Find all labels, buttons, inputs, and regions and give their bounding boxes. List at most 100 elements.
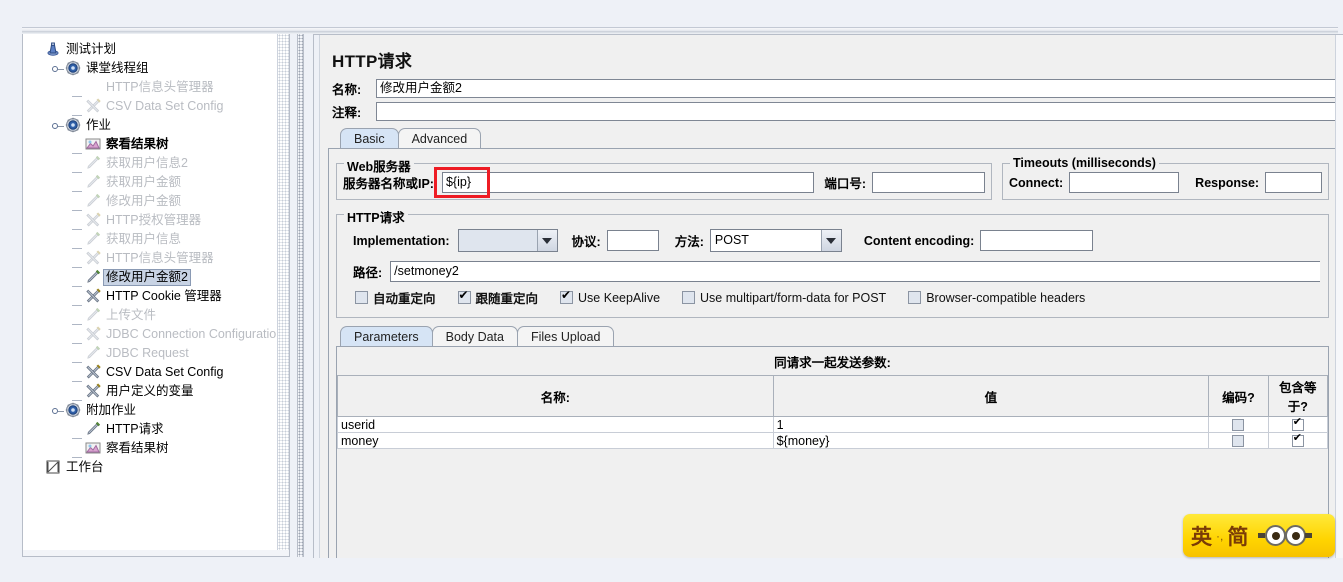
tree-vertical-scrollbar[interactable] [277, 34, 289, 555]
param-name-cell[interactable]: userid [337, 416, 774, 433]
checkbox-label: Use KeepAlive [578, 290, 661, 305]
tab-files-upload[interactable]: Files Upload [516, 326, 615, 347]
param-value-cell[interactable]: ${money} [772, 432, 1210, 449]
ime-logo-icon[interactable] [1258, 525, 1313, 546]
table-row[interactable]: money ${money} [337, 432, 1329, 449]
implementation-select[interactable] [457, 229, 558, 252]
tree-item[interactable]: JDBC Connection Configuration [23, 325, 289, 344]
path-input[interactable]: /setmoney2 [390, 261, 1320, 282]
panel-splitter[interactable] [291, 34, 310, 557]
server-name-input[interactable]: ${ip} [441, 172, 815, 193]
checkbox-unchecked-icon[interactable] [1232, 419, 1245, 432]
table-column-header[interactable]: 名称: [337, 375, 774, 417]
implementation-value [458, 230, 537, 251]
checkbox-unchecked-icon[interactable] [682, 291, 696, 304]
chevron-down-icon[interactable] [820, 230, 841, 251]
config-icon [85, 288, 103, 305]
tree-item[interactable]: 获取用户金额 [23, 173, 289, 192]
tree-item[interactable]: 修改用户金额2 [23, 268, 289, 287]
param-name-cell[interactable]: money [337, 432, 774, 449]
ime-mode-label[interactable]: 英 [1191, 521, 1212, 551]
tree-item[interactable]: 作业 [23, 116, 289, 135]
ime-script-label[interactable]: 简 [1227, 521, 1248, 551]
tab-parameters[interactable]: Parameters [340, 326, 433, 347]
method-select[interactable]: POST [709, 229, 842, 252]
top-horizontal-scrollbar[interactable] [22, 27, 1338, 34]
sampler-icon [85, 307, 103, 324]
tree-item[interactable]: 附加作业 [23, 401, 289, 420]
main-tab-strip[interactable]: Basic Advanced [340, 128, 1343, 149]
http-request-group-title: HTTP请求 [344, 207, 408, 226]
table-column-header[interactable]: 包含等于? [1267, 375, 1329, 417]
tree-item[interactable]: 工作台 [23, 458, 289, 477]
tree-item[interactable]: 察看结果树 [23, 135, 289, 154]
tree-expand-toggle[interactable] [51, 60, 65, 77]
tree-item[interactable]: HTTP信息头管理器 [23, 249, 289, 268]
tree-item[interactable]: CSV Data Set Config [23, 97, 289, 116]
checkbox-option[interactable]: 自动重定向 [355, 288, 436, 307]
param-include-equals-cell[interactable] [1267, 416, 1329, 433]
tab-body-data[interactable]: Body Data [431, 326, 518, 347]
checkbox-option[interactable]: 跟随重定向 [457, 288, 538, 307]
content-vertical-scrollbar[interactable] [1335, 35, 1343, 558]
param-encode-cell[interactable] [1208, 432, 1269, 449]
comment-input[interactable] [376, 102, 1343, 121]
content-encoding-input[interactable] [980, 230, 1094, 251]
tree-item[interactable]: HTTP授权管理器 [23, 211, 289, 230]
tree-item[interactable]: HTTP Cookie 管理器 [23, 287, 289, 306]
tree-collapse-toggle[interactable] [51, 117, 65, 134]
tree-item[interactable]: 用户定义的变量 [23, 382, 289, 401]
checkbox-option[interactable]: Use multipart/form-data for POST [682, 291, 886, 305]
connect-timeout-input[interactable] [1069, 172, 1180, 193]
checkbox-label: Use multipart/form-data for POST [700, 290, 887, 305]
parameter-tab-strip[interactable]: Parameters Body Data Files Upload [340, 326, 1331, 347]
tree-item-label: 获取用户信息2 [106, 156, 188, 170]
checkbox-checked-icon[interactable] [1291, 432, 1304, 448]
table-column-header[interactable]: 值 [772, 375, 1210, 417]
config-icon [85, 250, 103, 267]
protocol-input[interactable] [606, 230, 659, 251]
splitter-grip[interactable] [297, 34, 304, 557]
tree-collapse-toggle[interactable] [51, 402, 65, 419]
tree-item-label: 获取用户信息 [106, 232, 182, 246]
tree-item[interactable]: 获取用户信息 [23, 230, 289, 249]
checkbox-option[interactable]: Browser-compatible headers [908, 291, 1085, 305]
checkbox-checked-icon[interactable] [1291, 416, 1304, 432]
server-name-label: 服务器名称或IP: [343, 177, 434, 191]
tree-item[interactable]: 测试计划 [23, 40, 289, 59]
checkbox-unchecked-icon[interactable] [1232, 435, 1245, 448]
tree-item[interactable]: 课堂线程组 [23, 59, 289, 78]
tree-item[interactable]: 上传文件 [23, 306, 289, 325]
chevron-down-icon[interactable] [536, 230, 557, 251]
test-plan-tree-panel[interactable]: 测试计划 课堂线程组 HTTP信息头管理器 CSV Data Set Config 作业… [22, 34, 290, 557]
tree-item[interactable]: CSV Data Set Config [23, 363, 289, 382]
ime-status-bar[interactable]: 英 ·, 简 [1183, 514, 1335, 557]
tree-item[interactable]: HTTP请求 [23, 420, 289, 439]
tree-item-label: CSV Data Set Config [106, 99, 224, 113]
table-column-header[interactable]: 编码? [1208, 375, 1269, 417]
checkbox-option[interactable]: Use KeepAlive [560, 289, 661, 305]
parameters-table[interactable]: 名称:值编码?包含等于? userid1money${money} [337, 375, 1329, 449]
checkbox-unchecked-icon[interactable] [355, 291, 368, 304]
checkbox-checked-icon[interactable] [457, 289, 471, 304]
tab-basic[interactable]: Basic [340, 128, 399, 149]
response-timeout-input[interactable] [1265, 172, 1322, 193]
tree-item[interactable]: JDBC Request [23, 344, 289, 363]
test-plan-tree[interactable]: 测试计划 课堂线程组 HTTP信息头管理器 CSV Data Set Config 作业… [23, 34, 289, 477]
name-input[interactable]: 修改用户金额2 [376, 79, 1343, 98]
table-row[interactable]: userid 1 [337, 416, 1329, 433]
tab-advanced[interactable]: Advanced [397, 128, 482, 149]
tree-item[interactable]: 察看结果树 [23, 439, 289, 458]
tree-horizontal-scrollbar[interactable] [23, 550, 289, 556]
checkbox-unchecked-icon[interactable] [908, 291, 922, 304]
tree-item[interactable]: HTTP信息头管理器 [23, 78, 289, 97]
tree-item[interactable]: 修改用户金额 [23, 192, 289, 211]
parameters-tab-body: 同请求一起发送参数: 名称:值编码?包含等于? userid1money${mo… [336, 346, 1329, 558]
ime-punctuation-label[interactable]: ·, [1216, 529, 1223, 543]
tree-item[interactable]: 获取用户信息2 [23, 154, 289, 173]
checkbox-checked-icon[interactable] [560, 289, 574, 304]
param-include-equals-cell[interactable] [1267, 432, 1329, 449]
port-input[interactable] [872, 172, 985, 193]
param-value-cell[interactable]: 1 [772, 416, 1210, 433]
param-encode-cell[interactable] [1208, 416, 1269, 433]
